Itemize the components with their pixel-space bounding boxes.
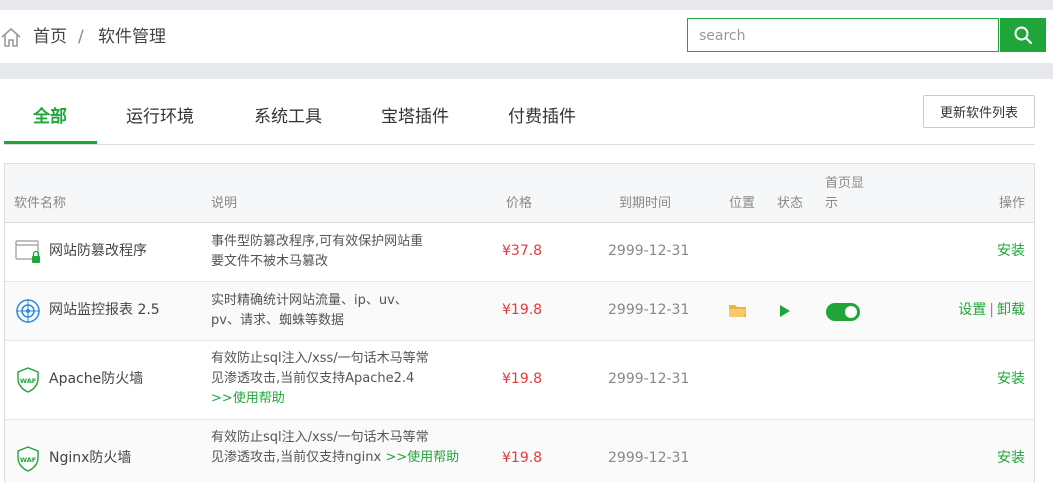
refresh-software-list-button[interactable]: 更新软件列表	[923, 95, 1035, 128]
table-row: 网站监控报表 2.5 实时精确统计网站流量、ip、uv、 pv、请求、蜘蛛等数据…	[5, 282, 1034, 341]
price: ¥19.8	[502, 371, 543, 387]
desc-line-text: 见渗透攻击,当前仅支持nginx	[211, 450, 386, 465]
home-icon[interactable]	[0, 26, 22, 48]
desc-line: 有效防止sql注入/xss/一句话木马等常	[211, 430, 429, 445]
install-link[interactable]: 安装	[997, 448, 1025, 468]
table-row: WAF Apache防火墙 有效防止sql注入/xss/一句话木马等常 见渗透攻…	[5, 341, 1034, 420]
desc-line: 实时精确统计网站流量、ip、uv、	[211, 293, 408, 308]
install-link[interactable]: 安装	[997, 241, 1025, 261]
column-status: 状态	[777, 196, 804, 211]
desc-line: 有效防止sql注入/xss/一句话木马等常	[211, 351, 429, 366]
row-actions: 设置 | 卸载	[958, 300, 1025, 320]
tab-bt-plugins[interactable]: 宝塔插件	[381, 106, 449, 128]
software-desc: 有效防止sql注入/xss/一句话木马等常 见渗透攻击,当前仅支持nginx >…	[211, 428, 461, 468]
top-strip	[0, 0, 1053, 10]
software-desc: 实时精确统计网站流量、ip、uv、 pv、请求、蜘蛛等数据	[211, 291, 461, 331]
column-action: 操作	[998, 196, 1025, 211]
desc-line: 要文件不被木马篡改	[211, 254, 329, 269]
desc-line: pv、请求、蜘蛛等数据	[211, 313, 344, 328]
settings-link[interactable]: 设置	[958, 302, 986, 318]
section-gap	[0, 63, 1053, 79]
install-link[interactable]: 安装	[997, 369, 1025, 389]
table-row: 网站防篡改程序 事件型防篡改程序,可有效保护网站重 要文件不被木马篡改 ¥37.…	[5, 223, 1034, 282]
column-name: 软件名称	[14, 196, 67, 211]
folder-icon[interactable]	[728, 303, 747, 318]
breadcrumb-separator: /	[78, 27, 84, 47]
tamper-proof-icon	[15, 240, 40, 263]
software-table: 软件名称 说明 价格 到期时间 位置 状态 首页显 示 操作 网站防篡改程序 事…	[4, 163, 1035, 483]
column-homepage-cont: 示	[825, 196, 839, 211]
tab-system-tools[interactable]: 系统工具	[254, 106, 322, 128]
svg-text:WAF: WAF	[20, 456, 36, 464]
expire-date: 2999-12-31	[608, 243, 690, 259]
breadcrumb-current: 软件管理	[98, 27, 166, 47]
software-name: 网站防篡改程序	[49, 243, 147, 259]
tab-runtime[interactable]: 运行环境	[126, 106, 194, 128]
waf-shield-icon: WAF	[17, 367, 39, 393]
software-name: Nginx防火墙	[49, 450, 132, 466]
column-desc: 说明	[211, 196, 238, 211]
expire-date: 2999-12-31	[608, 450, 690, 466]
column-expire: 到期时间	[619, 196, 672, 211]
svg-text:WAF: WAF	[20, 377, 36, 385]
active-tab-indicator	[4, 141, 97, 144]
expire-date: 2999-12-31	[608, 371, 690, 387]
desc-line: 见渗透攻击,当前仅支持Apache2.4	[211, 371, 415, 386]
help-link[interactable]: >>使用帮助	[211, 389, 461, 409]
search-input[interactable]	[697, 20, 991, 52]
column-homepage: 首页显	[825, 176, 865, 191]
uninstall-link[interactable]: 卸载	[997, 302, 1025, 318]
software-name: 网站监控报表 2.5	[49, 302, 160, 318]
price: ¥19.8	[502, 450, 543, 466]
waf-shield-icon: WAF	[17, 446, 39, 472]
expire-date: 2999-12-31	[608, 302, 690, 318]
homepage-display-toggle[interactable]	[826, 303, 860, 321]
software-desc: 事件型防篡改程序,可有效保护网站重 要文件不被木马篡改	[211, 232, 461, 272]
price: ¥37.8	[502, 243, 543, 259]
help-link[interactable]: >>使用帮助	[385, 450, 459, 465]
price: ¥19.8	[502, 302, 543, 318]
desc-line: 事件型防篡改程序,可有效保护网站重	[211, 234, 424, 249]
play-icon[interactable]	[779, 304, 791, 318]
breadcrumb-home[interactable]: 首页	[33, 26, 67, 48]
monitor-report-icon	[16, 299, 40, 323]
table-header: 软件名称 说明 价格 到期时间 位置 状态 首页显 示 操作	[5, 164, 1034, 223]
table-row: WAF Nginx防火墙 有效防止sql注入/xss/一句话木马等常 见渗透攻击…	[5, 420, 1034, 483]
category-tabs: 全部 运行环境 系统工具 宝塔插件 付费插件	[4, 79, 1035, 145]
software-name: Apache防火墙	[49, 371, 144, 387]
action-separator: |	[989, 302, 994, 318]
search-button[interactable]	[1000, 18, 1046, 52]
software-desc: 有效防止sql注入/xss/一句话木马等常 见渗透攻击,当前仅支持Apache2…	[211, 349, 461, 409]
column-location: 位置	[729, 196, 756, 211]
search-box	[687, 18, 999, 52]
toggle-knob	[845, 306, 857, 318]
tab-paid-plugins[interactable]: 付费插件	[508, 106, 576, 128]
search-icon	[1014, 26, 1033, 45]
tab-all[interactable]: 全部	[33, 106, 67, 128]
desc-line: 见渗透攻击,当前仅支持nginx >>使用帮助	[211, 448, 461, 468]
column-price: 价格	[506, 196, 533, 211]
